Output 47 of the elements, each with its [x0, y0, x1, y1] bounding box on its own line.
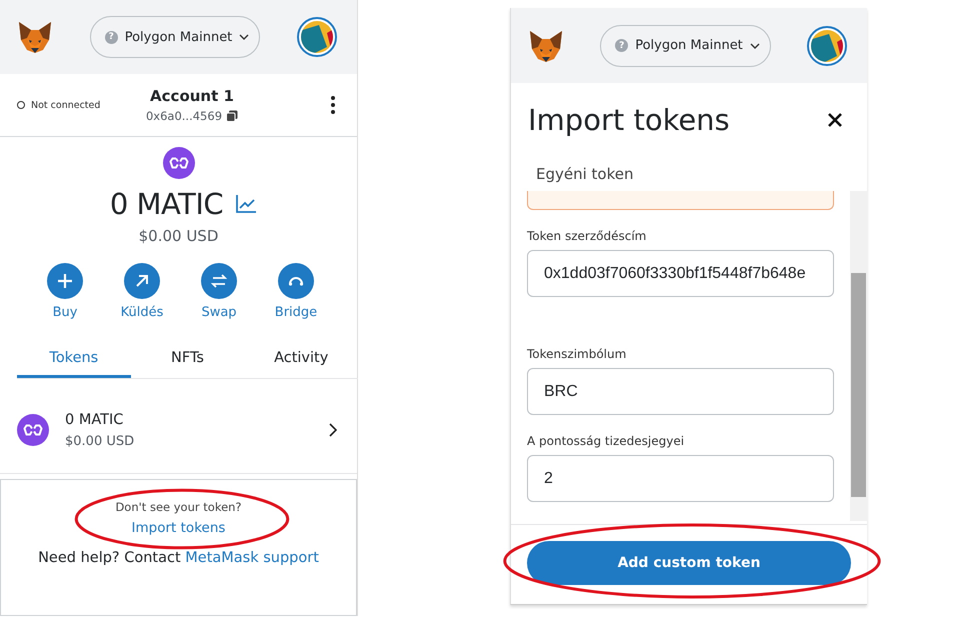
- fox-icon: [528, 28, 564, 62]
- field-label: Tokenszimbólum: [527, 347, 628, 361]
- account-address: 0x6a0...4569: [146, 109, 222, 123]
- account-avatar[interactable]: [807, 26, 847, 66]
- chevron-right-icon: [329, 423, 337, 437]
- field-label: Token szerződéscím: [527, 229, 648, 243]
- input-field[interactable]: BRC: [527, 368, 834, 415]
- close-icon[interactable]: [827, 112, 843, 128]
- account-avatar[interactable]: [297, 17, 337, 57]
- field-label: A pontosság tizedesjegyei: [527, 434, 686, 448]
- input-field[interactable]: 2: [527, 455, 834, 502]
- tab[interactable]: Activity: [244, 340, 358, 378]
- action-button[interactable]: Bridge: [268, 263, 324, 320]
- input-field[interactable]: 0x1dd03f7060f3330bf1f5448f7b648e: [527, 250, 834, 297]
- network-selector[interactable]: ? Polygon Mainnet: [90, 16, 260, 58]
- action-button[interactable]: Swap: [192, 263, 246, 320]
- connection-status: Not connected: [31, 100, 100, 110]
- copy-icon[interactable]: [226, 110, 238, 122]
- help-text: Need help? Contact MetaMask support: [38, 550, 319, 566]
- token-row[interactable]: 0 MATIC $0.00 USD: [0, 387, 357, 474]
- token-prompt: Don't see your token?: [115, 500, 242, 514]
- network-selector[interactable]: ? Polygon Mainnet: [600, 24, 771, 66]
- more-icon[interactable]: [330, 96, 335, 114]
- fox-icon: [17, 20, 53, 54]
- token-fiat: $0.00 USD: [65, 434, 136, 448]
- action-button[interactable]: Küldés: [114, 263, 170, 320]
- scrollbar[interactable]: [850, 191, 867, 521]
- plus-icon: [47, 263, 83, 299]
- swap-icon: [201, 263, 237, 299]
- tab[interactable]: NFTs: [130, 340, 244, 378]
- tab[interactable]: Tokens: [17, 340, 131, 378]
- account-name[interactable]: Account 1: [150, 87, 234, 105]
- add-custom-token-button[interactable]: Add custom token: [527, 541, 851, 585]
- balance-fiat: $0.00 USD: [138, 227, 218, 245]
- section-tab[interactable]: Egyéni token: [511, 137, 867, 191]
- page-title: Import tokens: [528, 103, 730, 137]
- support-link[interactable]: MetaMask support: [185, 550, 319, 566]
- balance-amount: 0 MATIC: [110, 187, 224, 221]
- chevron-down-icon: [750, 40, 760, 50]
- token-amount: 0 MATIC: [65, 412, 124, 428]
- chevron-down-icon: [239, 32, 250, 42]
- action-button[interactable]: Buy: [38, 263, 92, 320]
- token-icon: [162, 147, 194, 179]
- import-tokens-link[interactable]: Import tokens: [132, 520, 226, 536]
- token-icon: [17, 414, 49, 446]
- chart-icon[interactable]: [235, 194, 258, 214]
- bridge-icon: [278, 263, 314, 299]
